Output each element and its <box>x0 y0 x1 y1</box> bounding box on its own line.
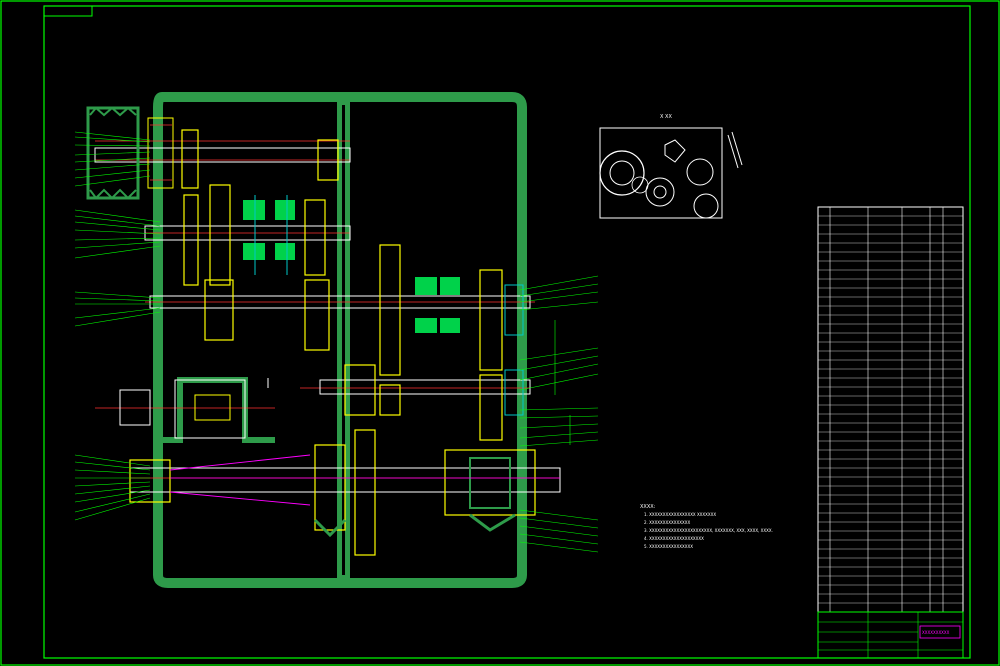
gear-cluster-shaft-4 <box>344 364 524 441</box>
parts-list-table <box>817 206 964 613</box>
title-block: XXXXXXXXXX <box>817 611 964 659</box>
side-view-detail: X XX <box>599 114 743 219</box>
gearbox-assembly-drawing: X XX XXXX: 1. XXXXXXXXXXXXXXXXX XXXXXXX … <box>0 0 1000 666</box>
note-line-4: 4. XXXXXXXXXXXXXXXXXXXX <box>644 536 704 541</box>
inner-drawing-frame <box>43 5 971 659</box>
cad-drawing-canvas: X XX XXXX: 1. XXXXXXXXXXXXXXXXX XXXXXXX … <box>0 0 1000 666</box>
note-line-2: 2. XXXXXXXXXXXXXXX <box>644 520 690 525</box>
note-line-5: 5. XXXXXXXXXXXXXXXX <box>644 544 693 549</box>
note-line-1: 1. XXXXXXXXXXXXXXXXX XXXXXXX <box>644 512 716 517</box>
side-view-label: X XX <box>660 114 672 120</box>
title-block-name: XXXXXXXXXX <box>922 630 950 635</box>
clutch-block-mid-1 <box>415 277 437 295</box>
corner-code-box <box>43 5 93 17</box>
technical-notes: XXXX: 1. XXXXXXXXXXXXXXXXX XXXXXXX 2. XX… <box>640 504 773 549</box>
clutch-block-mid-2 <box>440 277 460 295</box>
pulley-circle <box>599 150 645 196</box>
note-line-3: 3. XXXXXXXXXXXXXXXXXXXXXXX, XXXXXXX, XXX… <box>644 528 773 533</box>
clutch-block-mid-3 <box>415 318 437 333</box>
clutch-block-upper-left <box>243 200 265 220</box>
gear-cluster-shaft-3 <box>204 244 524 376</box>
gear-cluster-shaft-2 <box>181 129 339 286</box>
clutch-block-upper-right <box>275 200 295 220</box>
notes-title: XXXX: <box>640 504 656 510</box>
clutch-block-lower-left <box>243 243 265 260</box>
clutch-block-mid-4 <box>440 318 460 333</box>
clutch-block-lower-right <box>275 243 295 260</box>
leader-lines-right <box>519 275 599 553</box>
